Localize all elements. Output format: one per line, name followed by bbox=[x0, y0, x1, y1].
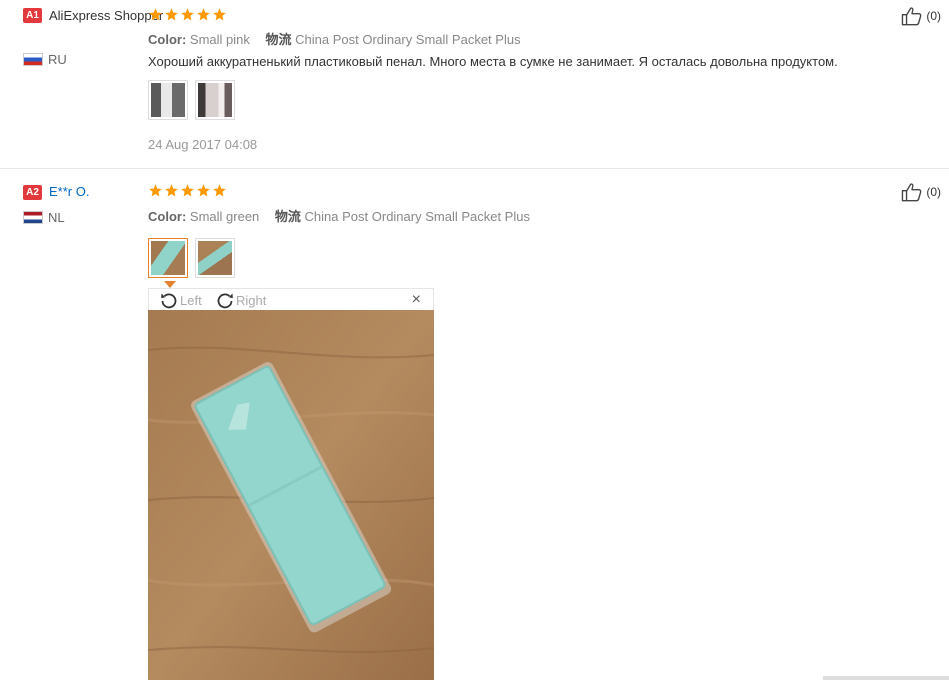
country-code: RU bbox=[48, 52, 67, 67]
user-badge: A2 bbox=[23, 185, 42, 200]
user-name[interactable]: E**r O. bbox=[49, 182, 89, 201]
rotate-right-icon bbox=[217, 293, 233, 309]
review-photo-thumb[interactable] bbox=[195, 238, 235, 278]
photo-pink-case-2 bbox=[198, 83, 232, 117]
shipping-label: 物流 bbox=[274, 209, 301, 224]
viewer-pointer bbox=[164, 281, 176, 288]
user-badge: A1 bbox=[23, 8, 42, 23]
user-name-text: E**r O. bbox=[49, 184, 90, 199]
country-code: NL bbox=[48, 210, 65, 225]
color-value: Small green bbox=[189, 209, 260, 224]
rotate-left-label: Left bbox=[180, 292, 202, 308]
star-icon bbox=[181, 8, 194, 21]
scroll-indicator bbox=[823, 676, 949, 680]
helpful-button[interactable]: (0) bbox=[901, 182, 941, 202]
helpful-count: (0) bbox=[926, 185, 941, 199]
review-photo-thumb[interactable] bbox=[195, 80, 235, 120]
helpful-count: (0) bbox=[926, 9, 941, 23]
review-photo-thumb[interactable] bbox=[148, 80, 188, 120]
star-icon bbox=[165, 184, 178, 197]
flag-nl-icon bbox=[23, 211, 43, 224]
sku-info: Color: Small pink 物流 China Post Ordinary… bbox=[148, 29, 521, 48]
sku-info: Color: Small green 物流 China Post Ordinar… bbox=[148, 206, 530, 225]
rotate-left-button[interactable]: Left bbox=[159, 291, 202, 309]
color-label: Color: bbox=[148, 32, 187, 47]
star-icon bbox=[213, 184, 226, 197]
star-icon bbox=[213, 8, 226, 21]
review-text: Хороший аккуратненький пластиковый пенал… bbox=[148, 54, 838, 69]
thumbs-up-icon bbox=[902, 183, 922, 202]
color-label: Color: bbox=[148, 209, 187, 224]
rotate-right-label: Right bbox=[236, 292, 267, 308]
rotate-right-button[interactable]: Right bbox=[215, 291, 266, 309]
helpful-button[interactable]: (0) bbox=[901, 6, 941, 26]
viewer-toolbar: Left Right × bbox=[148, 288, 434, 310]
photo-green-case-2 bbox=[198, 241, 232, 275]
star-rating bbox=[148, 183, 227, 198]
user-name: AliExpress Shopper bbox=[49, 6, 163, 25]
review-date: 24 Aug 2017 04:08 bbox=[148, 137, 258, 152]
star-icon bbox=[181, 184, 194, 197]
shipping-value: China Post Ordinary Small Packet Plus bbox=[295, 32, 521, 47]
close-button[interactable]: × bbox=[412, 290, 421, 310]
flag-ru-icon bbox=[23, 53, 43, 66]
pencil-case-photo bbox=[148, 310, 434, 680]
star-icon bbox=[149, 184, 162, 197]
star-rating bbox=[148, 7, 227, 22]
review-item: A2 E**r O. NL Color: Small green 物流 Chin… bbox=[0, 170, 949, 680]
thumbs-up-icon bbox=[902, 7, 922, 26]
review-photo-thumb-selected[interactable] bbox=[148, 238, 188, 278]
photo-green-case-1 bbox=[151, 241, 185, 275]
shipping-label: 物流 bbox=[265, 32, 292, 47]
photo-viewer: Left Right × bbox=[148, 281, 434, 680]
star-icon bbox=[197, 184, 210, 197]
star-icon bbox=[149, 8, 162, 21]
review-item: A1 AliExpress Shopper RU Color: Small pi… bbox=[0, 0, 949, 169]
star-icon bbox=[165, 8, 178, 21]
review-photo-large bbox=[148, 310, 434, 680]
photo-pink-case-1 bbox=[151, 83, 185, 117]
color-value: Small pink bbox=[189, 32, 250, 47]
star-icon bbox=[197, 8, 210, 21]
user-name-text: AliExpress Shopper bbox=[49, 8, 164, 23]
rotate-left-icon bbox=[161, 293, 177, 309]
shipping-value: China Post Ordinary Small Packet Plus bbox=[304, 209, 530, 224]
